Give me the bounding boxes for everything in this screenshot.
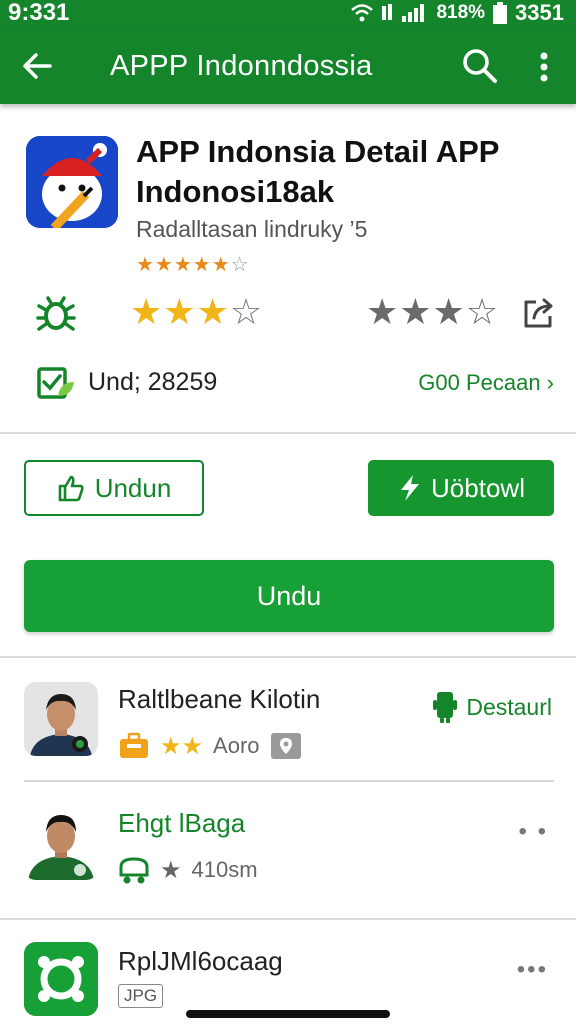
back-arrow-icon[interactable] xyxy=(20,46,56,86)
rating-row: ★★★☆ ★★★☆ xyxy=(0,290,576,340)
small-stars-empty: ☆ xyxy=(230,254,250,276)
more-vert-icon[interactable] xyxy=(530,46,558,86)
install-button-label: Undu xyxy=(256,580,322,611)
status-bar: 9:331 818% 3351 xyxy=(0,0,576,28)
grey-stars-filled: ★★★ xyxy=(366,291,466,332)
app-bar-title: APPP Indonndossia xyxy=(110,50,373,82)
thumbs-up-icon xyxy=(58,475,84,502)
battery-percent: 818% xyxy=(436,2,486,23)
download-count: Und; 28259 xyxy=(88,368,218,396)
developer-name[interactable]: Radalltasan lindruky ’5 xyxy=(136,216,367,243)
lightning-icon xyxy=(401,475,420,501)
more-info-link[interactable]: G00 Pecaan › xyxy=(418,370,554,396)
gold-stars-filled: ★★★ xyxy=(130,291,230,332)
android-phone-icon xyxy=(433,692,458,723)
install-button[interactable]: Undu xyxy=(24,560,554,632)
share-icon[interactable] xyxy=(522,296,556,330)
status-icons: 818% 3351 xyxy=(350,0,564,26)
home-indicator[interactable] xyxy=(186,1010,390,1018)
like-button-label: Undun xyxy=(94,472,172,503)
app-header: APP Indonsia Detail APP Indonosi18ak Rad… xyxy=(0,104,576,434)
avatar xyxy=(24,682,98,756)
bug-icon xyxy=(36,296,76,331)
avatar xyxy=(24,806,98,880)
list-item-meta: ★★ Aoro xyxy=(118,730,302,762)
like-button[interactable]: Undun xyxy=(24,460,204,516)
update-button-label: Uöbtowl xyxy=(431,472,525,503)
list-divider xyxy=(24,780,554,782)
list-item-meta-text: Aoro xyxy=(213,733,260,758)
cart-icon xyxy=(119,857,149,884)
verified-check-icon xyxy=(37,367,74,399)
location-pin-icon xyxy=(270,733,301,759)
list-item-meta: ★ 410sm xyxy=(118,854,258,886)
wifi-icon xyxy=(351,4,374,22)
gold-star-rating[interactable]: ★★★☆ xyxy=(130,290,263,334)
list-item-title: RplJMl6ocaag xyxy=(118,946,283,976)
details-button[interactable]: Destaurl xyxy=(432,690,552,724)
file-type-tag: JPG xyxy=(118,984,164,1008)
download-row: Und; 28259 G00 Pecaan › xyxy=(0,362,576,406)
details-button-label: Destaurl xyxy=(466,693,552,720)
small-stars-filled: ★★★★★ xyxy=(136,254,231,276)
briefcase-icon xyxy=(120,732,148,758)
person-avatar-icon xyxy=(24,806,98,880)
app-bar: APPP Indonndossia xyxy=(0,28,576,104)
app-logo-icon xyxy=(24,942,98,1016)
list-item-meta: JPG xyxy=(118,980,164,1012)
list-item-title: Raltlbeane Kilotin xyxy=(118,684,321,714)
small-star-rating: ★★★★★☆ xyxy=(136,252,250,277)
list-item-title: Ehgt lBaga xyxy=(118,808,246,838)
list-item[interactable]: Raltlbeane Kilotin ★★ Aoro Destaurl xyxy=(0,660,576,780)
list-item[interactable]: Ehgt lBaga ★ 410sm • • xyxy=(0,784,576,904)
section-divider xyxy=(0,656,576,658)
signal-icon xyxy=(382,4,425,22)
app-title: APP Indonsia Detail APP Indonosi18ak xyxy=(136,134,499,209)
person-avatar-icon xyxy=(24,682,98,756)
list-item[interactable]: RplJMl6ocaag JPG ••• xyxy=(0,922,576,1022)
status-clock-right: 3351 xyxy=(515,0,564,25)
list-item-star: ★ xyxy=(160,856,182,884)
grey-star-rating[interactable]: ★★★☆ xyxy=(366,290,499,334)
section-divider xyxy=(0,432,576,434)
battery-icon xyxy=(493,2,508,24)
update-button[interactable]: Uöbtowl xyxy=(368,460,554,516)
section-divider xyxy=(0,918,576,920)
app-logo-icon xyxy=(26,136,118,228)
grey-stars-empty: ☆ xyxy=(465,291,500,332)
app-icon xyxy=(26,136,118,228)
gold-stars-empty: ☆ xyxy=(229,291,264,332)
status-time: 9:331 xyxy=(8,0,70,26)
list-item-stars: ★★ xyxy=(160,732,204,760)
item-menu-icon[interactable]: • • xyxy=(519,818,548,846)
list-item-meta-text: 410sm xyxy=(191,857,258,882)
avatar xyxy=(24,942,98,1016)
item-menu-icon[interactable]: ••• xyxy=(517,956,548,984)
search-icon[interactable] xyxy=(460,46,500,86)
